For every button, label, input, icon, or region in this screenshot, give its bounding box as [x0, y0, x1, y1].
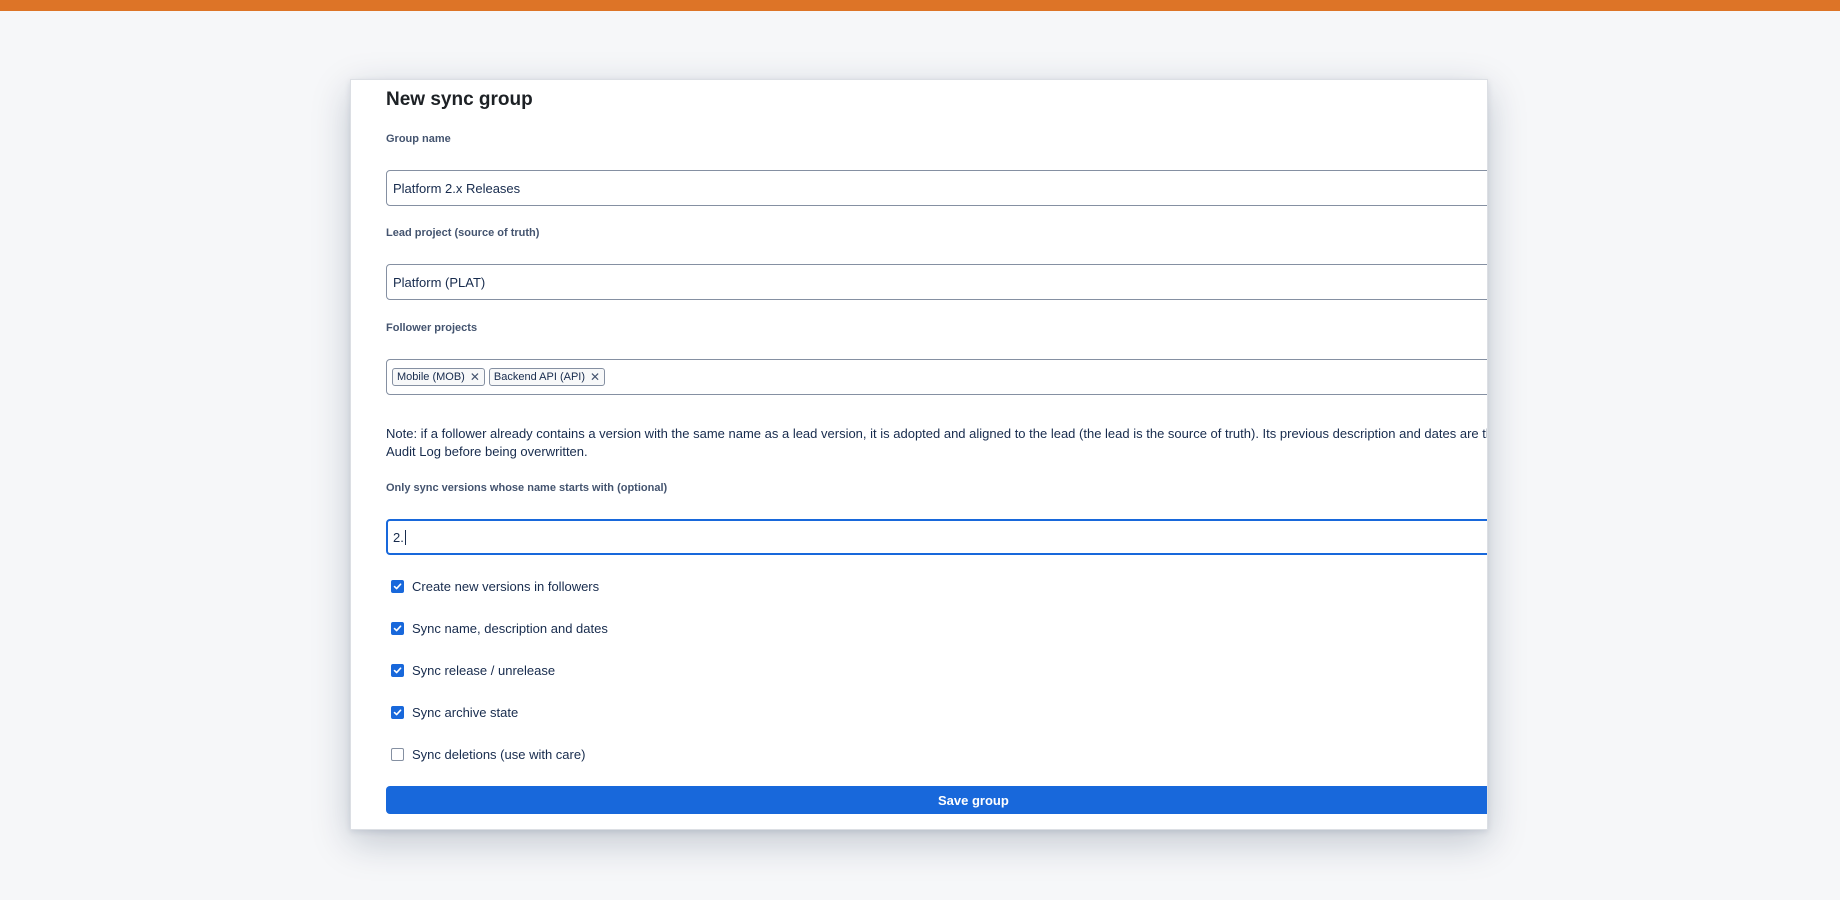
- follower-tag-mob: Mobile (MOB) ✕: [392, 368, 485, 386]
- option-sync-archive[interactable]: Sync archive state: [386, 705, 518, 720]
- follower-tag-label: Backend API (API): [493, 371, 586, 383]
- lead-project-value: Platform (PLAT): [393, 274, 486, 290]
- option-sync-deletions[interactable]: Sync deletions (use with care): [386, 747, 585, 762]
- option-sync-release[interactable]: Sync release / unrelease: [386, 663, 555, 678]
- checkbox-checked-icon[interactable]: [391, 706, 404, 719]
- close-icon[interactable]: ✕: [590, 371, 600, 383]
- dialog-title: New sync group: [386, 89, 533, 110]
- follower-tag-label: Mobile (MOB): [397, 371, 465, 383]
- option-label: Sync deletions (use with care): [412, 747, 586, 762]
- lead-project-label: Lead project (source of truth): [386, 227, 540, 239]
- text-caret: [404, 529, 406, 545]
- follower-tag-api: Backend API (API) ✕: [488, 368, 606, 386]
- option-create-versions[interactable]: Create new versions in followers: [386, 579, 599, 594]
- group-name-input[interactable]: Platform 2.x Releases: [386, 170, 1487, 206]
- group-name-label: Group name: [386, 133, 451, 145]
- save-group-button[interactable]: Save group: [386, 786, 1487, 814]
- top-accent-bar: [0, 0, 1840, 11]
- new-sync-group-dialog: New sync group Group name Platform 2.x R…: [350, 79, 1488, 830]
- prefix-input[interactable]: 2.: [386, 519, 1487, 555]
- close-icon[interactable]: ✕: [470, 371, 480, 383]
- option-label: Sync name, description and dates: [412, 621, 608, 636]
- option-sync-name[interactable]: Sync name, description and dates: [386, 621, 608, 636]
- checkbox-checked-icon[interactable]: [391, 622, 404, 635]
- lead-project-select[interactable]: Platform (PLAT): [386, 264, 1487, 300]
- checkbox-checked-icon[interactable]: [391, 664, 404, 677]
- option-label: Create new versions in followers: [412, 579, 600, 594]
- prefix-value: 2.: [393, 529, 404, 545]
- option-label: Sync release / unrelease: [412, 663, 556, 678]
- prefix-label: Only sync versions whose name starts wit…: [386, 482, 668, 494]
- checkbox-checked-icon[interactable]: [391, 580, 404, 593]
- option-label: Sync archive state: [412, 705, 519, 720]
- checkbox-unchecked-icon[interactable]: [391, 748, 404, 761]
- follower-projects-label: Follower projects: [386, 322, 478, 334]
- group-name-value: Platform 2.x Releases: [393, 180, 521, 196]
- follower-projects-input[interactable]: Mobile (MOB) ✕ Backend API (API) ✕: [386, 359, 1487, 395]
- adoption-note: Note: if a follower already contains a v…: [386, 426, 1488, 459]
